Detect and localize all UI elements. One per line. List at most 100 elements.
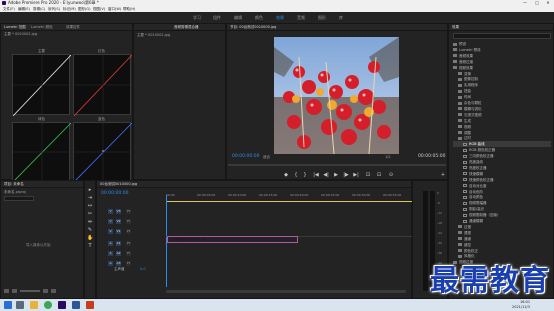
scope-label-blue: 蓝色 bbox=[98, 117, 105, 121]
effect-icon bbox=[463, 148, 467, 152]
workspace-audio[interactable]: 音频 bbox=[297, 14, 305, 21]
master-track-value[interactable]: 0.0 bbox=[140, 267, 146, 271]
track-name-label[interactable]: A2 bbox=[116, 251, 121, 256]
new-bin-icon[interactable] bbox=[43, 289, 48, 293]
effects-panel-title[interactable]: 效果 bbox=[452, 25, 459, 30]
file-explorer-icon[interactable] bbox=[30, 301, 38, 309]
taskbar-date[interactable]: 2021/11/3 bbox=[512, 305, 530, 309]
effects-search-input[interactable] bbox=[453, 33, 551, 39]
mark-out-icon[interactable]: } bbox=[302, 172, 308, 178]
premiere-taskbar-icon[interactable] bbox=[58, 301, 66, 309]
source-patch-toggle[interactable]: V bbox=[108, 209, 113, 214]
lock-icon[interactable]: ⊓ bbox=[126, 219, 131, 224]
audio-track-header[interactable]: A A3 ⊓ bbox=[96, 260, 164, 267]
type-tool-icon[interactable]: T bbox=[87, 243, 93, 249]
tanghulu-photo bbox=[274, 37, 399, 154]
step-forward-icon[interactable]: |▶ bbox=[343, 172, 349, 178]
program-timecode-current[interactable]: 00:00:00:00 bbox=[232, 154, 259, 159]
track-select-tool-icon[interactable]: ⇥ bbox=[87, 195, 93, 201]
work-area-bar[interactable] bbox=[166, 201, 412, 202]
lock-icon[interactable]: ⊓ bbox=[126, 241, 131, 246]
hand-tool-icon[interactable]: ✋ bbox=[87, 235, 93, 241]
taskbar-time[interactable]: 16:01 bbox=[520, 300, 530, 304]
search-icon[interactable] bbox=[16, 301, 24, 309]
slip-tool-icon[interactable]: ⇹ bbox=[87, 219, 93, 225]
lock-icon[interactable]: ⊓ bbox=[126, 229, 131, 234]
track-name-label[interactable]: V1 bbox=[116, 229, 121, 234]
workspace-effects[interactable]: 效果 bbox=[276, 14, 284, 21]
workspace-color[interactable]: 颜色 bbox=[255, 14, 263, 21]
icon-view-icon[interactable] bbox=[12, 289, 17, 293]
workspace-editing[interactable]: 编辑 bbox=[234, 14, 242, 21]
play-icon[interactable]: ▶ bbox=[333, 172, 339, 178]
timeline-scrollbar[interactable] bbox=[166, 290, 406, 293]
tab-lumetri-scopes[interactable]: Lumetri 范围 bbox=[4, 25, 26, 30]
step-back-icon[interactable]: ◀| bbox=[323, 172, 329, 178]
tab-lumetri-color[interactable]: Lumetri 颜色 bbox=[31, 25, 53, 30]
tab-audio-clip-mixer[interactable]: 音频剪辑混合器 bbox=[174, 25, 199, 30]
source-patch-toggle[interactable]: A bbox=[108, 261, 113, 266]
export-frame-icon[interactable]: ⊙ bbox=[388, 172, 394, 178]
effect-icon bbox=[463, 166, 467, 170]
track-name-label[interactable]: V2 bbox=[116, 219, 121, 224]
workspace-assembly[interactable]: 组件 bbox=[213, 14, 221, 21]
project-panel-title[interactable]: 项目: 未命名 bbox=[4, 182, 24, 187]
zoom-slider[interactable] bbox=[20, 290, 40, 292]
ripple-edit-tool-icon[interactable]: ↔ bbox=[87, 203, 93, 209]
tab-effect-controls[interactable]: 效果控件 bbox=[66, 25, 80, 30]
lock-icon[interactable]: ⊓ bbox=[126, 261, 131, 266]
go-to-out-icon[interactable]: ▶| bbox=[353, 172, 359, 178]
program-resolution-dropdown[interactable]: 1/2 bbox=[385, 155, 391, 159]
video-track-header[interactable]: V V2 ⊓ bbox=[96, 218, 164, 225]
razor-tool-icon[interactable]: ✂ bbox=[87, 211, 93, 217]
pen-tool-icon[interactable]: ✎ bbox=[87, 227, 93, 233]
audio-track-header[interactable]: A A1 ⊓ bbox=[96, 240, 164, 247]
effect-icon bbox=[463, 154, 467, 158]
video-track-header[interactable]: V V1 ⊓ bbox=[96, 228, 164, 235]
lock-icon[interactable]: ⊓ bbox=[126, 209, 131, 214]
source-patch-toggle[interactable]: A bbox=[108, 241, 113, 246]
new-item-icon[interactable] bbox=[51, 289, 56, 293]
lift-icon[interactable]: ⊡ bbox=[365, 172, 371, 178]
program-monitor-tab-row: 节目: 00台测试0010000.jpg bbox=[227, 24, 447, 31]
program-monitor-title[interactable]: 节目: 00台测试0010000.jpg bbox=[230, 25, 276, 30]
track-name-label[interactable]: A3 bbox=[116, 261, 121, 266]
timeline-timecode[interactable]: 00:00:00:00 bbox=[101, 191, 128, 196]
timeline-sequence-tab[interactable]: 00台测试0010000.jpg bbox=[100, 182, 137, 187]
program-scrub-bar[interactable] bbox=[228, 164, 446, 166]
audio-track-header[interactable]: A A2 ⊓ bbox=[96, 250, 164, 257]
word-icon[interactable] bbox=[72, 301, 80, 309]
lock-icon[interactable]: ⊓ bbox=[126, 251, 131, 256]
effects-item-label: 图像控制 bbox=[464, 77, 478, 82]
powerpoint-icon[interactable] bbox=[86, 301, 94, 309]
workspace-graphics[interactable]: 图形 bbox=[318, 14, 326, 21]
mark-in-icon[interactable]: { bbox=[293, 172, 299, 178]
add-marker-icon[interactable]: ◆ bbox=[283, 172, 289, 178]
go-to-in-icon[interactable]: |◀ bbox=[313, 172, 319, 178]
effect-icon bbox=[463, 142, 467, 146]
program-fit-dropdown[interactable]: 适合 bbox=[263, 155, 270, 160]
workspace-libraries[interactable]: 库 bbox=[339, 14, 343, 21]
scope-red bbox=[73, 54, 132, 116]
project-empty-hint[interactable]: 导入媒体以开始 bbox=[26, 243, 51, 248]
project-search-input[interactable] bbox=[4, 196, 34, 201]
effect-icon bbox=[463, 195, 467, 199]
selection-tool-icon[interactable]: ▸ bbox=[87, 187, 93, 193]
chrome-icon[interactable] bbox=[44, 301, 52, 309]
start-button-icon[interactable] bbox=[4, 301, 12, 309]
source-patch-toggle[interactable]: V bbox=[108, 229, 113, 234]
premiere-app-icon bbox=[2, 1, 6, 5]
button-editor-icon[interactable]: + bbox=[440, 172, 446, 178]
workspace-learn[interactable]: 学习 bbox=[193, 14, 201, 21]
source-patch-toggle[interactable]: A bbox=[108, 251, 113, 256]
source-patch-toggle[interactable]: V bbox=[108, 219, 113, 224]
timeline-clip-label: fx 00台测试0010000.jpg bbox=[170, 237, 206, 241]
track-name-label[interactable]: V3 bbox=[116, 209, 121, 214]
timeline-ruler[interactable]: 00:00 00:00:05:00 00:00:10:00 00:00:15:00 00… bbox=[166, 193, 412, 205]
list-view-icon[interactable] bbox=[4, 289, 9, 293]
scope-source-dropdown[interactable]: 主要 * 0010002.jpg bbox=[4, 32, 37, 37]
video-track-header[interactable]: V V3 ⊓ bbox=[96, 208, 164, 215]
timeline-clip[interactable]: fx 00台测试0010000.jpg bbox=[167, 236, 298, 243]
extract-icon[interactable]: ⊡ bbox=[376, 172, 382, 178]
track-name-label[interactable]: A1 bbox=[116, 241, 121, 246]
